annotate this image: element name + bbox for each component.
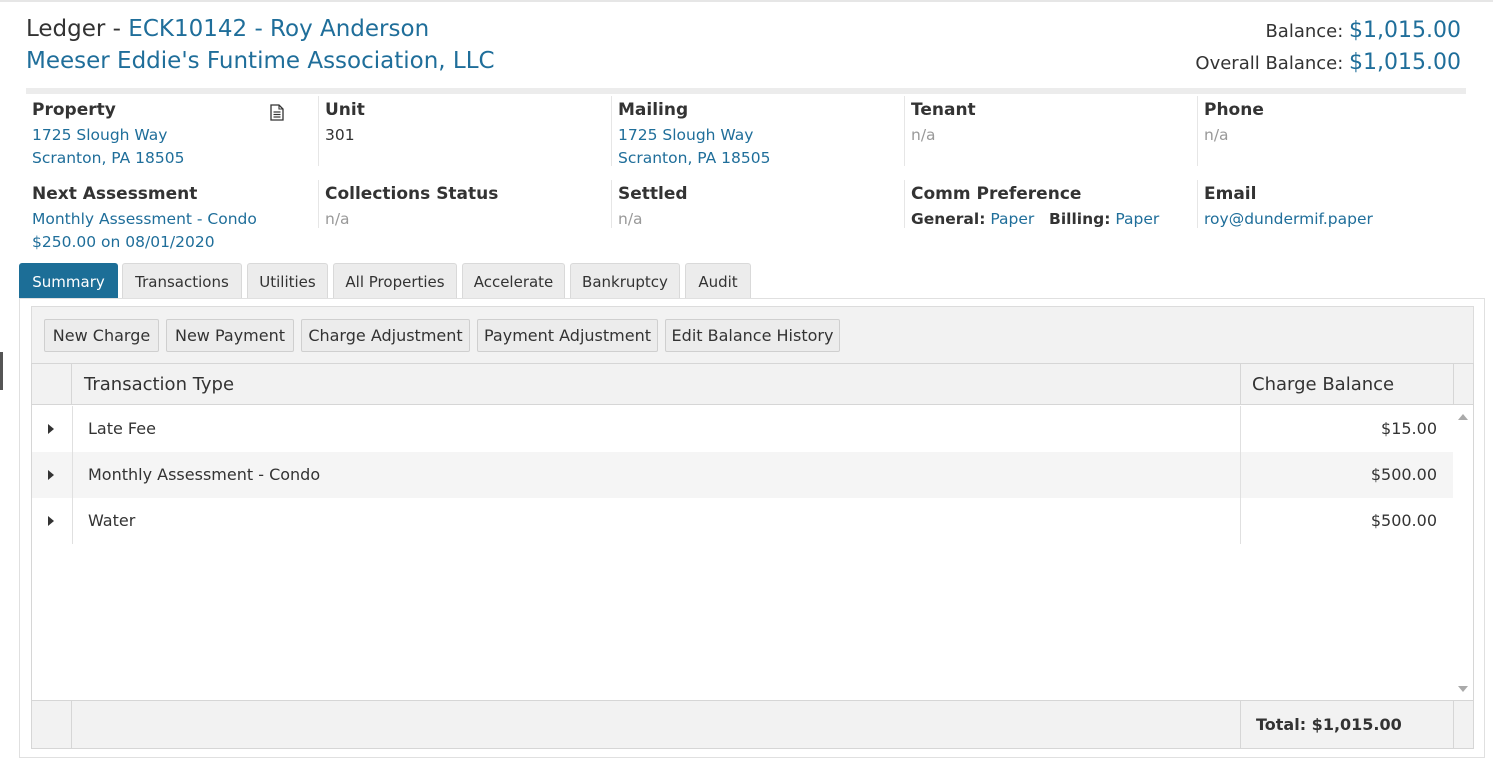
expand-arrow-icon[interactable] <box>48 470 54 480</box>
row-transaction-type: Monthly Assessment - Condo <box>88 465 321 484</box>
phone-label: Phone <box>1204 100 1264 120</box>
scroll-up-icon[interactable] <box>1458 414 1468 420</box>
cell-divider <box>72 452 73 498</box>
tab-utilities[interactable]: Utilities <box>247 263 328 299</box>
charge-balance-grid: Transaction Type Charge Balance Late Fee… <box>31 363 1474 749</box>
new-charge-button[interactable]: New Charge <box>44 319 159 352</box>
email-value[interactable]: roy@dundermif.paper <box>1204 208 1489 231</box>
row-transaction-type: Late Fee <box>88 419 156 438</box>
collections-status-label: Collections Status <box>325 184 499 204</box>
tab-summary[interactable]: Summary <box>19 263 118 299</box>
tab-transactions[interactable]: Transactions <box>122 263 242 299</box>
scrollbar-header <box>1453 364 1473 405</box>
comm-preference-values: General: Paper Billing: Paper <box>911 208 1196 231</box>
unit-label: Unit <box>325 100 365 120</box>
info-settled: Settled n/a <box>611 180 903 228</box>
collections-status-value: n/a <box>325 210 350 228</box>
property-line1[interactable]: 1725 Slough Way <box>32 124 318 147</box>
info-next-assessment: Next Assessment Monthly Assessment - Con… <box>26 180 318 251</box>
page-title: Ledger - ECK10142 - Roy Anderson <box>26 16 429 42</box>
info-comm-preference: Comm Preference General: Paper Billing: … <box>904 180 1196 228</box>
ledger-toolbar: New Charge New Payment Charge Adjustment… <box>31 306 1474 364</box>
mailing-line2[interactable]: Scranton, PA 18505 <box>618 147 903 170</box>
info-tenant: Tenant n/a <box>904 96 1196 166</box>
overall-balance-label: Overall Balance: <box>1195 53 1350 74</box>
expand-column-header <box>32 364 72 405</box>
tab-bankruptcy[interactable]: Bankruptcy <box>570 263 680 299</box>
phone-value: n/a <box>1204 126 1229 144</box>
unit-value: 301 <box>325 126 355 144</box>
info-unit: Unit 301 <box>318 96 610 166</box>
info-property: Property 1725 Slough Way Scranton, PA 18… <box>26 96 318 167</box>
grid-body: Late Fee $15.00 Monthly Assessment - Con… <box>32 406 1453 700</box>
comm-preference-label: Comm Preference <box>911 184 1082 204</box>
settled-value: n/a <box>618 210 643 228</box>
general-value[interactable]: Paper <box>990 210 1034 228</box>
overall-balance: Overall Balance: $1,015.00 <box>1195 50 1461 75</box>
next-assessment-line2[interactable]: $250.00 on 08/01/2020 <box>32 231 318 254</box>
ledger-header: Ledger - ECK10142 - Roy Anderson Meeser … <box>26 16 1466 86</box>
tenant-label: Tenant <box>911 100 976 120</box>
balance-label: Balance: <box>1265 21 1350 42</box>
tenant-value: n/a <box>911 126 936 144</box>
next-assessment-label: Next Assessment <box>32 184 198 204</box>
scroll-down-icon[interactable] <box>1458 686 1468 692</box>
info-email: Email roy@dundermif.paper <box>1197 180 1489 228</box>
payment-adjustment-button[interactable]: Payment Adjustment <box>477 319 658 352</box>
footer-scroll-cell <box>1453 701 1473 749</box>
info-collections-status: Collections Status n/a <box>318 180 610 228</box>
table-row[interactable]: Water $500.00 <box>32 498 1453 544</box>
edit-balance-history-button[interactable]: Edit Balance History <box>665 319 840 352</box>
balance: Balance: $1,015.00 <box>1265 18 1461 43</box>
footer-expand-cell <box>32 701 72 749</box>
billing-value[interactable]: Paper <box>1115 210 1159 228</box>
email-label: Email <box>1204 184 1257 204</box>
overall-balance-value: $1,015.00 <box>1349 50 1461 75</box>
title-prefix: Ledger - <box>26 16 129 42</box>
account-link[interactable]: ECK10142 - Roy Anderson <box>128 16 429 42</box>
general-label: General: <box>911 210 986 228</box>
top-border <box>0 0 1493 2</box>
expand-arrow-icon[interactable] <box>48 516 54 526</box>
table-row[interactable]: Late Fee $15.00 <box>32 406 1453 452</box>
row-charge-balance: $15.00 <box>1381 419 1437 438</box>
billing-label: Billing: <box>1049 210 1111 228</box>
grid-footer: Total: $1,015.00 <box>32 700 1473 749</box>
column-header-transaction-type[interactable]: Transaction Type <box>84 364 234 406</box>
balance-value: $1,015.00 <box>1349 18 1461 43</box>
info-phone: Phone n/a <box>1197 96 1489 166</box>
edge-marker <box>0 352 3 390</box>
info-mailing: Mailing 1725 Slough Way Scranton, PA 185… <box>611 96 903 167</box>
grid-total: Total: $1,015.00 <box>1240 701 1453 749</box>
next-assessment-line1[interactable]: Monthly Assessment - Condo <box>32 208 318 231</box>
settled-label: Settled <box>618 184 688 204</box>
tab-audit[interactable]: Audit <box>685 263 751 299</box>
cell-divider <box>72 406 73 452</box>
column-header-charge-balance[interactable]: Charge Balance <box>1240 364 1453 405</box>
mailing-label: Mailing <box>618 100 689 120</box>
charge-adjustment-button[interactable]: Charge Adjustment <box>301 319 470 352</box>
tab-accelerate[interactable]: Accelerate <box>462 263 565 299</box>
tab-all-properties[interactable]: All Properties <box>333 263 457 299</box>
header-separator <box>26 88 1466 94</box>
row-transaction-type: Water <box>88 511 136 530</box>
cell-divider <box>72 498 73 544</box>
new-payment-button[interactable]: New Payment <box>166 319 294 352</box>
association-link[interactable]: Meeser Eddie's Funtime Association, LLC <box>26 48 495 74</box>
grid-header: Transaction Type Charge Balance <box>32 364 1473 405</box>
vertical-scrollbar[interactable] <box>1453 406 1473 700</box>
document-icon[interactable] <box>270 104 284 121</box>
mailing-line1[interactable]: 1725 Slough Way <box>618 124 903 147</box>
property-line2[interactable]: Scranton, PA 18505 <box>32 147 318 170</box>
expand-arrow-icon[interactable] <box>48 424 54 434</box>
row-charge-balance: $500.00 <box>1370 465 1437 484</box>
row-charge-balance: $500.00 <box>1370 511 1437 530</box>
table-row[interactable]: Monthly Assessment - Condo $500.00 <box>32 452 1453 498</box>
